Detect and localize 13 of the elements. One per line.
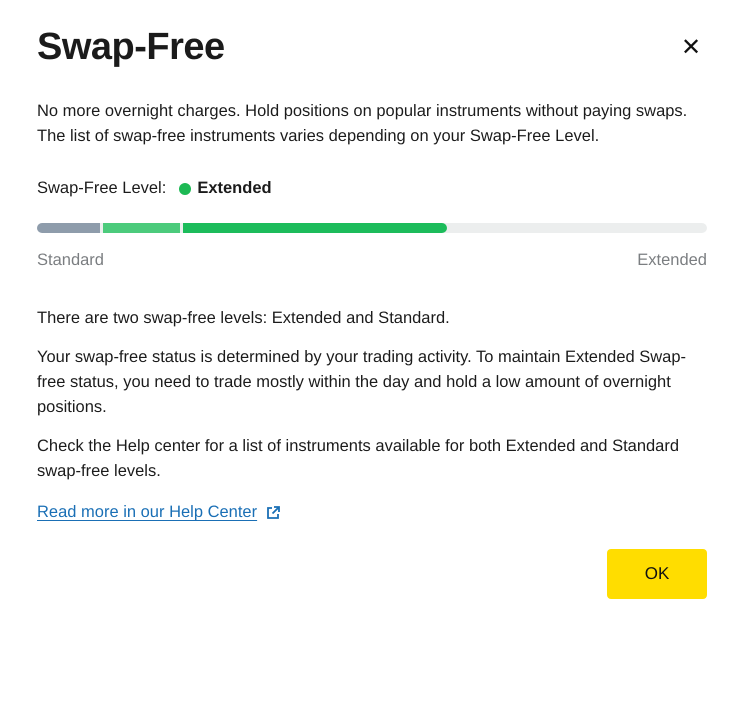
ok-button[interactable]: OK [607,549,707,599]
close-button[interactable]: ✕ [675,33,707,62]
paragraph: Your swap-free status is determined by your trading activity. To maintain Extended Swap-free status, you need to trade mostly within the day and hold a low amount of overnight positions. [37,347,688,418]
paragraph: There are two swap-free levels: Extended and Standard. [37,308,451,329]
level-label: Swap-Free Level: [37,179,166,198]
min-label: Standard [37,251,104,270]
help-link[interactable]: Read more in our Help Center [37,503,258,522]
external-link-icon [265,504,282,520]
dialog-title: Swap-Free [37,26,225,69]
paragraph: Check the Help center for a list of instruments available for both Extended and Standard swap-free levels. [37,436,680,482]
level-value: Extended [197,179,272,198]
max-label: Extended [637,251,707,270]
intro-text: No more overnight charges. Hold positions on popular instruments without paying swaps. The list of swap-free instruments varies depending on your Swap-Free Level. [37,101,688,147]
